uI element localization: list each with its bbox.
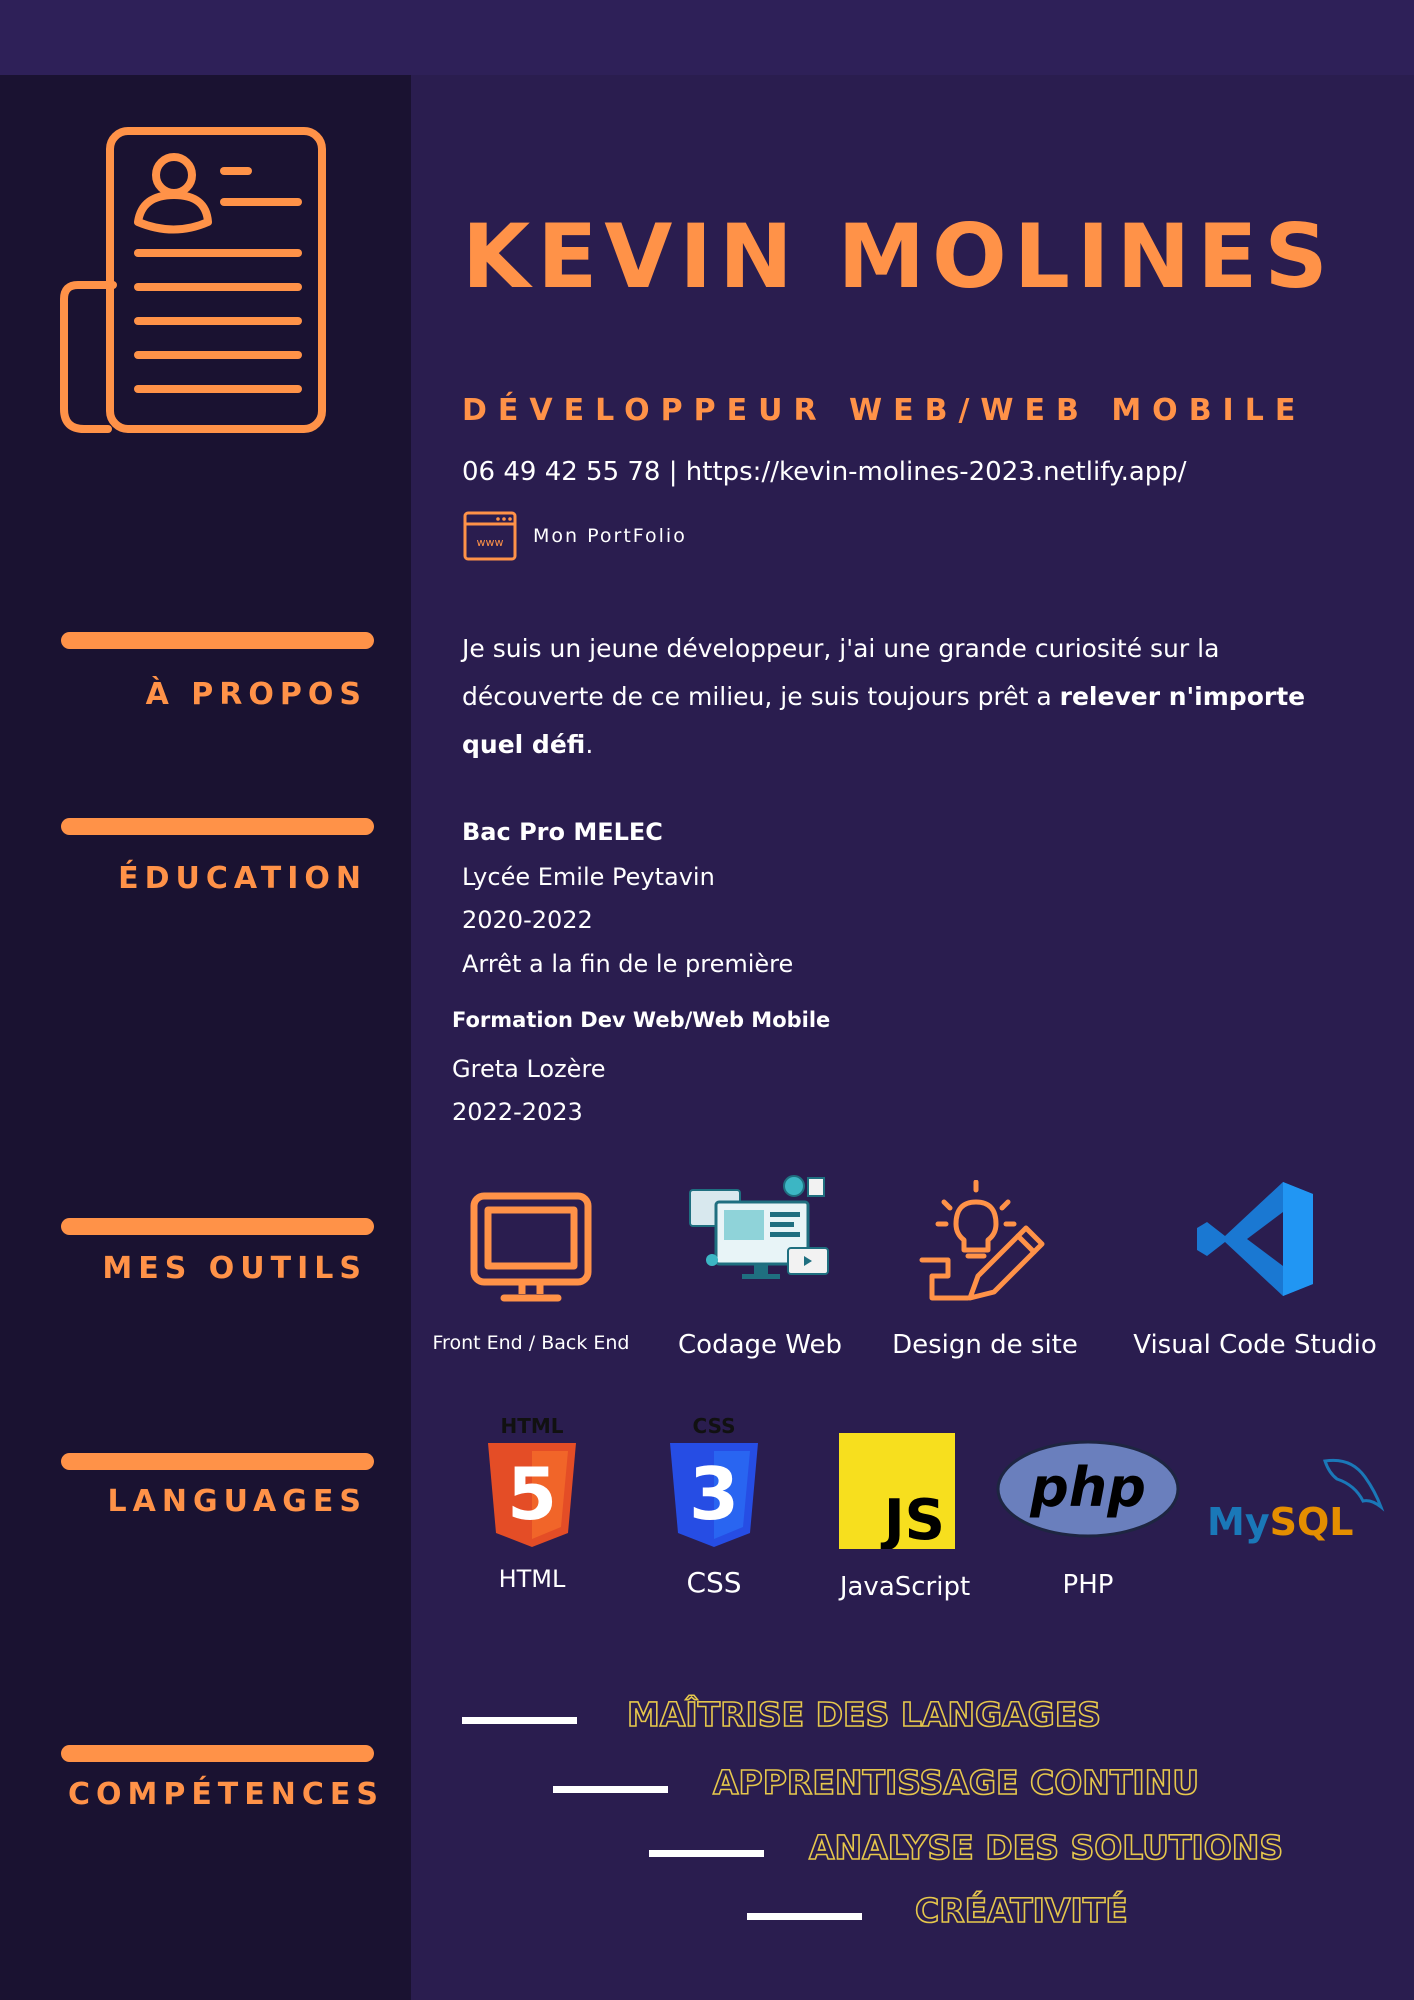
skill-3: ANALYSE DES SOLUTIONS <box>808 1827 1284 1868</box>
lang-label-css: CSS <box>686 1566 742 1599</box>
lang-label-javascript: JavaScript <box>839 1572 971 1602</box>
about-end: . <box>585 730 594 759</box>
education-2-years: 2022-2023 <box>452 1098 583 1126</box>
php-icon: php <box>996 1440 1180 1538</box>
mysql-icon: MySQL <box>1207 1458 1385 1544</box>
contact-info[interactable]: 06 49 42 55 78 | https://kevin-molines-2… <box>462 457 1187 487</box>
section-education-heading: ÉDUCATION <box>118 861 367 896</box>
education-2-school: Greta Lozère <box>452 1055 606 1083</box>
portfolio-label[interactable]: Mon PortFolio <box>533 525 687 547</box>
vscode-icon <box>1197 1182 1313 1296</box>
mysql-badge: MySQL <box>1207 1500 1353 1544</box>
section-about-heading: À PROPOS <box>145 677 367 712</box>
tool-label-web-coding: Codage Web <box>678 1330 842 1360</box>
lang-label-html: HTML <box>498 1565 566 1593</box>
html5-digit: 5 <box>507 1452 557 1536</box>
skill-line-2 <box>553 1786 668 1793</box>
php-badge: php <box>1029 1456 1146 1519</box>
section-languages-heading: LANGUAGES <box>107 1484 367 1519</box>
top-band <box>0 0 1414 75</box>
css3-icon: CSS 3 <box>670 1415 758 1547</box>
html5-icon: HTML 5 <box>488 1415 576 1547</box>
www-icon-text: www <box>477 536 504 549</box>
tool-label-design: Design de site <box>892 1330 1078 1360</box>
html5-badge: HTML <box>500 1415 563 1438</box>
about-paragraph: Je suis un jeune développeur, j'ai une g… <box>462 625 1332 769</box>
job-title: DÉVELOPPEUR WEB/WEB MOBILE <box>462 393 1307 428</box>
mysql-badge-my: My <box>1207 1500 1270 1544</box>
skill-line-1 <box>462 1717 577 1724</box>
about-divider <box>61 632 374 649</box>
resume-icon <box>60 127 326 433</box>
skills-divider <box>61 1745 374 1762</box>
education-1-title: Bac Pro MELEC <box>462 818 663 846</box>
javascript-badge: JS <box>880 1488 945 1549</box>
design-pencil-icon <box>919 1180 1045 1301</box>
css3-badge: CSS <box>693 1415 736 1438</box>
tool-label-vscode: Visual Code Studio <box>1133 1330 1377 1360</box>
web-coding-icon <box>689 1175 829 1279</box>
skill-1: MAÎTRISE DES LANGAGES <box>626 1694 1102 1735</box>
skill-line-4 <box>747 1913 862 1920</box>
skill-4: CRÉATIVITÉ <box>914 1890 1128 1931</box>
skill-line-3 <box>649 1850 764 1857</box>
mysql-badge-sql: SQL <box>1270 1500 1354 1544</box>
education-1-school: Lycée Emile Peytavin <box>462 863 715 891</box>
browser-www-icon: www <box>463 511 517 561</box>
javascript-icon: JS <box>839 1433 955 1549</box>
skill-2: APPRENTISSAGE CONTINU <box>712 1762 1200 1803</box>
monitor-icon <box>470 1192 592 1302</box>
portfolio-link[interactable]: www Mon PortFolio <box>462 510 687 562</box>
section-tools-heading: MES OUTILS <box>102 1251 367 1286</box>
lang-label-php: PHP <box>1062 1570 1114 1600</box>
css3-digit: 3 <box>689 1452 739 1536</box>
education-1-years: 2020-2022 <box>462 906 593 934</box>
candidate-name: KEVIN MOLINES <box>462 205 1335 308</box>
languages-divider <box>61 1453 374 1470</box>
tool-label-frontend: Front End / Back End <box>432 1332 630 1354</box>
section-skills-heading: COMPÉTENCES <box>67 1777 384 1812</box>
education-2-title: Formation Dev Web/Web Mobile <box>452 1008 831 1032</box>
tools-divider <box>61 1218 374 1235</box>
education-1-note: Arrêt a la fin de le première <box>462 950 794 978</box>
education-divider <box>61 818 374 835</box>
